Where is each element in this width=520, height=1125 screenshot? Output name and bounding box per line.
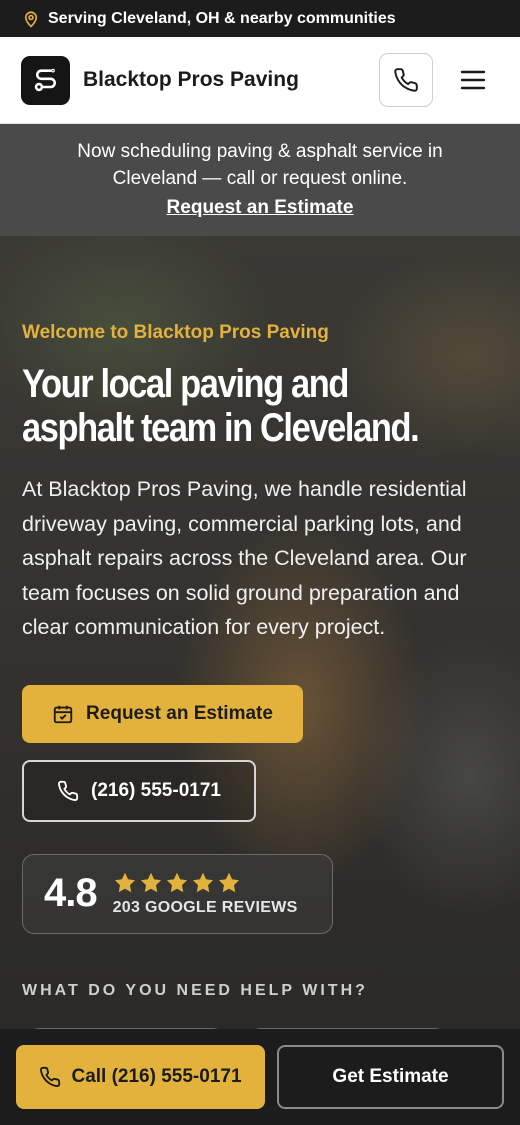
hero-lead: At Blacktop Pros Paving, we handle resid… <box>22 477 467 639</box>
hamburger-menu-button[interactable] <box>447 54 499 106</box>
star-icon <box>140 872 161 892</box>
site-header: Blacktop Pros Paving <box>0 37 520 124</box>
brand-name[interactable]: Blacktop Pros Paving <box>83 68 379 92</box>
star-icon <box>192 872 213 892</box>
route-icon <box>34 68 56 92</box>
hero-content: Welcome to Blacktop Pros Paving Your loc… <box>22 322 498 1000</box>
header-phone-button[interactable] <box>379 53 433 107</box>
hero-phone-button[interactable]: (216) 555-0171 <box>22 759 256 822</box>
star-icon <box>166 872 187 892</box>
phone-icon <box>58 780 79 801</box>
headline-line-1: Your local paving and <box>22 362 349 406</box>
phone-icon <box>394 68 418 92</box>
reviews-count: 203 GOOGLE REVIEWS <box>112 898 298 916</box>
hero-eyebrow: Welcome to Blacktop Pros Paving <box>22 322 329 343</box>
star-icon <box>114 872 135 892</box>
top-location-bar: Serving Cleveland, OH & nearby communiti… <box>0 0 520 37</box>
logo[interactable] <box>21 55 70 105</box>
hamburger-menu-icon <box>460 70 486 90</box>
star-rating <box>113 871 298 895</box>
headline-line-2: asphalt team in Cleveland. <box>22 406 420 450</box>
star-icon <box>218 872 239 892</box>
rating-score: 4.8 <box>44 871 98 915</box>
announcement-estimate-link[interactable]: Request an Estimate <box>167 197 354 219</box>
request-estimate-button[interactable]: Request an Estimate <box>22 684 303 743</box>
bottom-estimate-button[interactable]: Get Estimate <box>277 1045 504 1109</box>
hero-headline: Your local paving and asphalt team in Cl… <box>22 362 469 450</box>
phone-icon <box>40 1066 61 1087</box>
calendar-check-icon <box>53 705 73 723</box>
request-estimate-label: Request an Estimate <box>86 702 273 724</box>
rating-card: 4.8 203 GOOGLE REVIEWS <box>22 853 333 934</box>
bottom-call-button[interactable]: Call (216) 555-0171 <box>16 1045 265 1109</box>
hero-section: Welcome to Blacktop Pros Paving Your loc… <box>0 236 520 1125</box>
bottom-estimate-label: Get Estimate <box>332 1066 449 1087</box>
bottom-call-label: Call (216) 555-0171 <box>71 1066 242 1087</box>
announcement-bar: Now scheduling paving & asphalt service … <box>0 124 520 236</box>
hero-phone-label: (216) 555-0171 <box>91 779 221 801</box>
page: Serving Cleveland, OH & nearby communiti… <box>0 0 520 1125</box>
location-text: Serving Cleveland, OH & nearby communiti… <box>48 9 396 27</box>
announcement-message: Now scheduling paving & asphalt service … <box>77 141 443 189</box>
help-section-title: WHAT DO YOU NEED HELP WITH? <box>22 981 368 999</box>
rating-details: 203 GOOGLE REVIEWS <box>113 871 298 917</box>
map-pin-icon <box>24 11 38 28</box>
sticky-bottom-bar: Call (216) 555-0171 Get Estimate <box>0 1029 520 1125</box>
